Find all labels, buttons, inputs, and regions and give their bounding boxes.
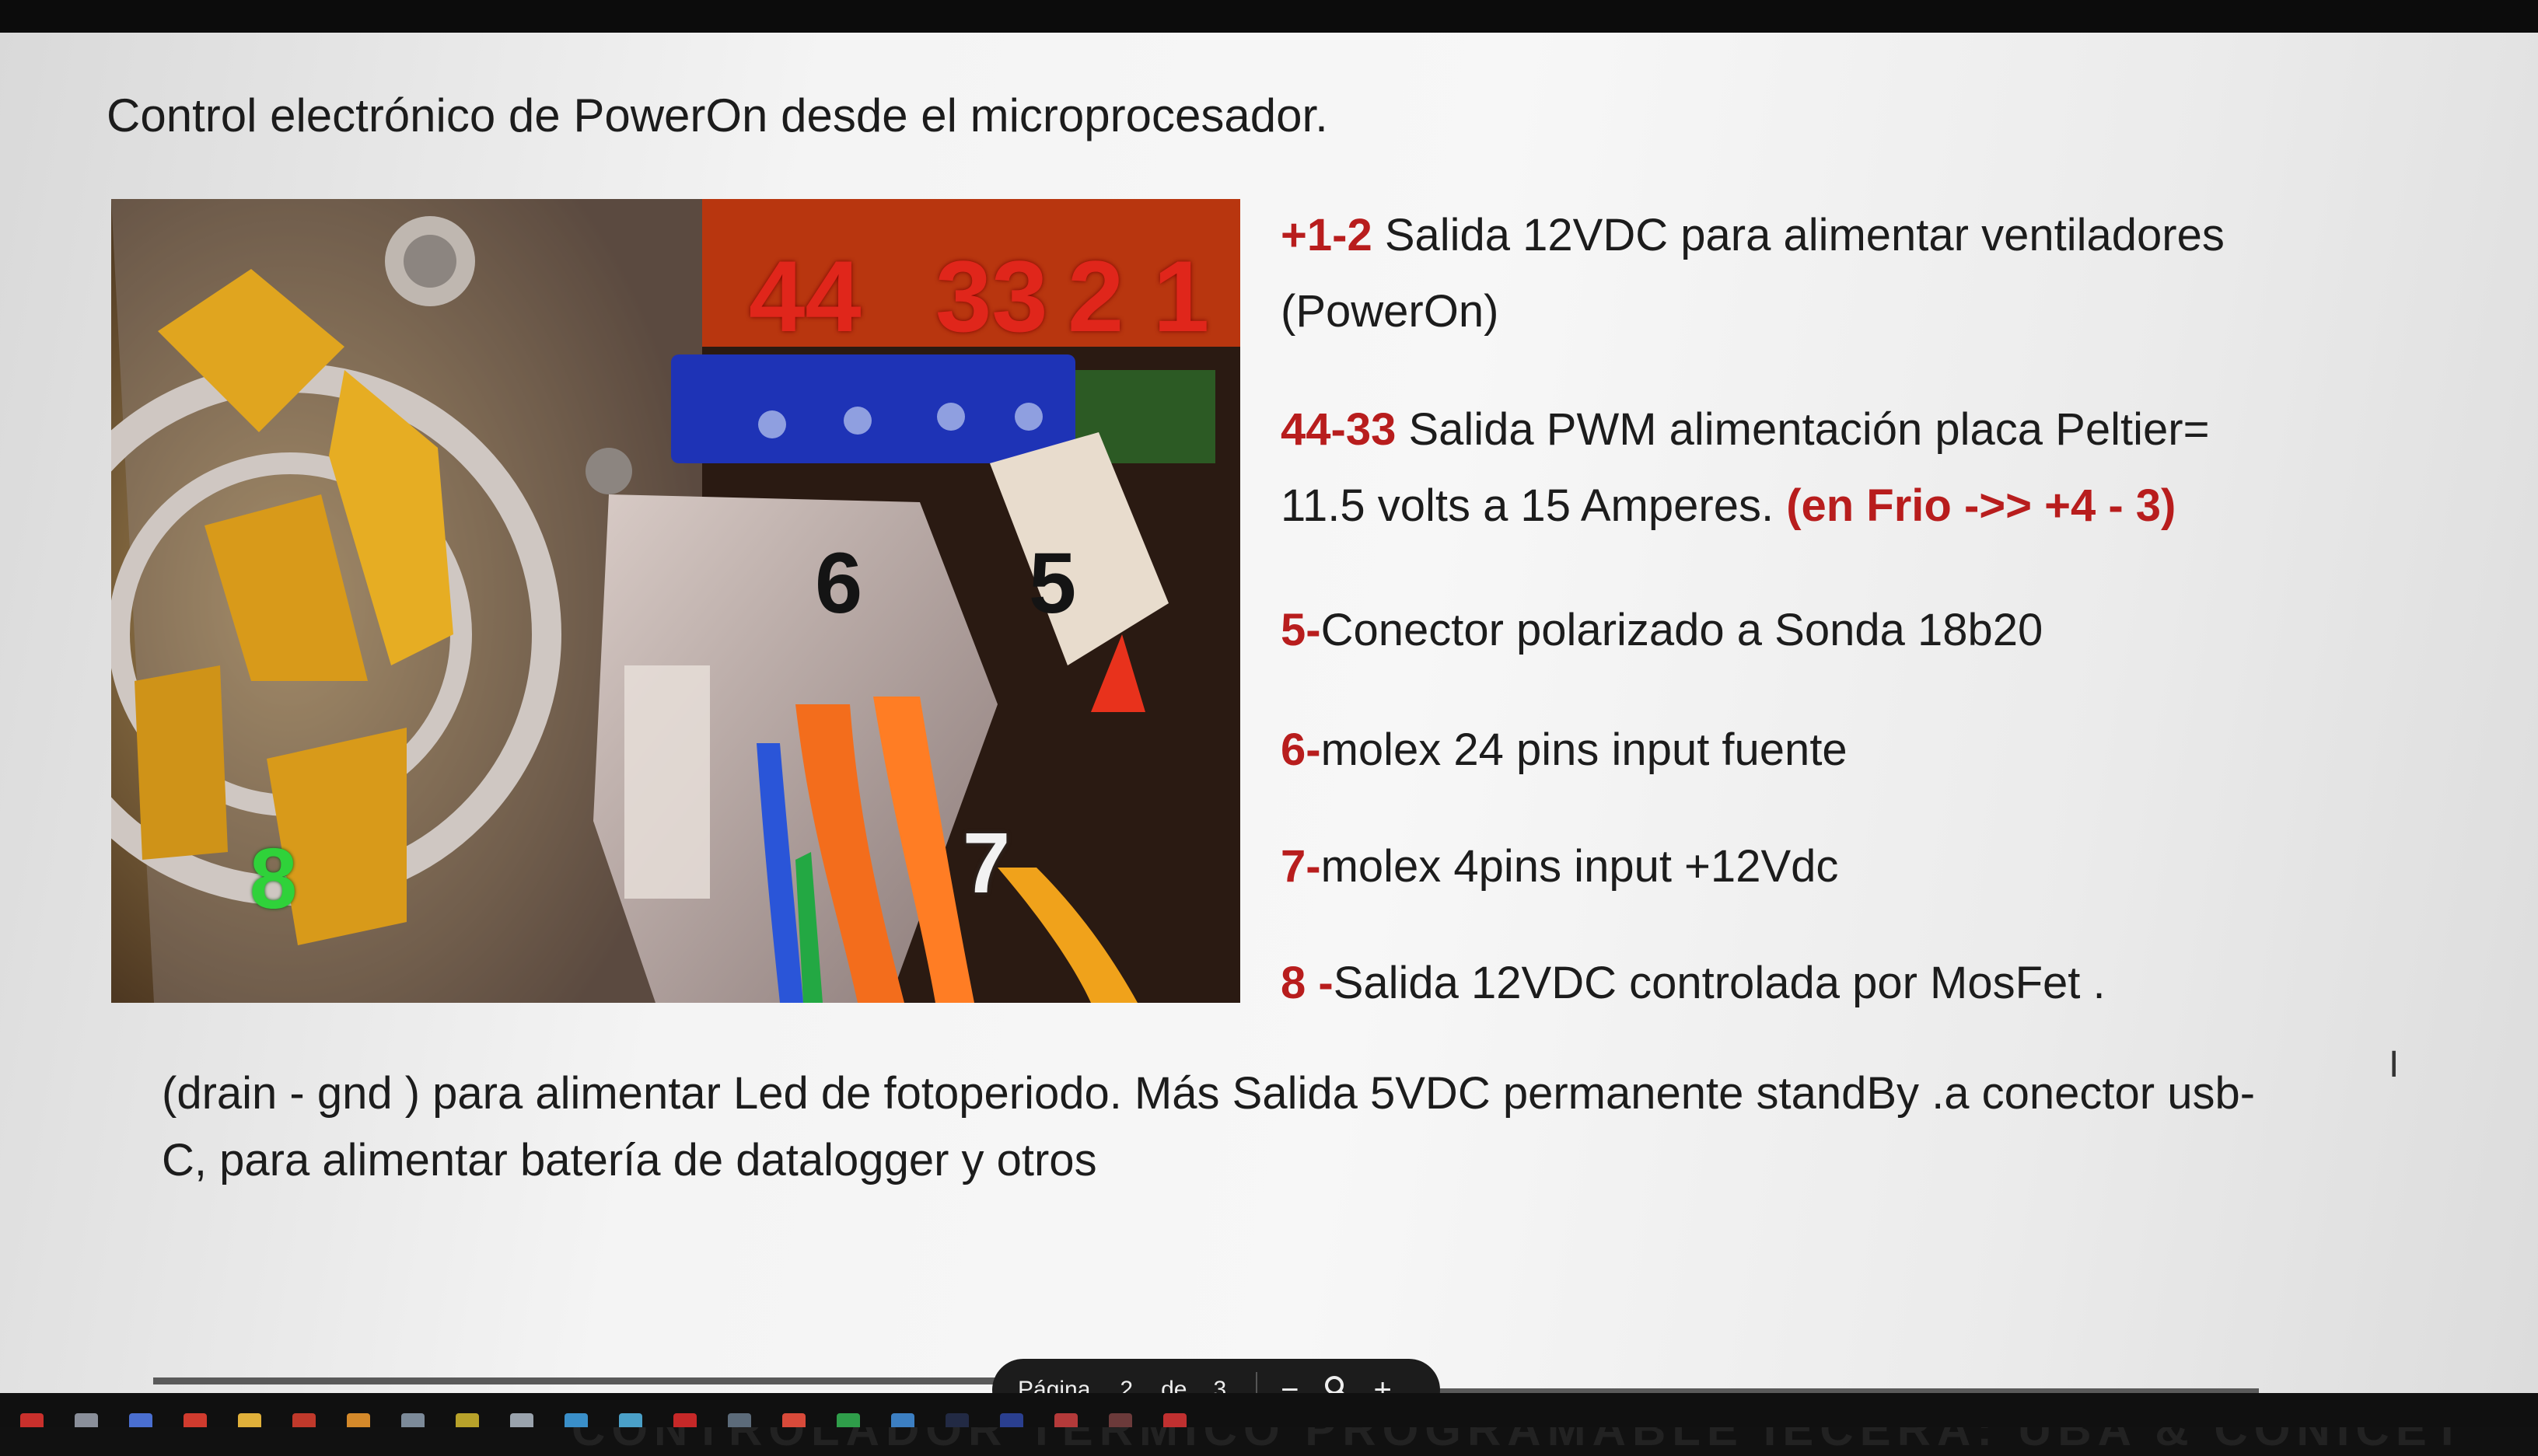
app-icon[interactable]	[1000, 1413, 1023, 1427]
legend-text-continued: 11.5 volts a 15 Amperes.	[1281, 480, 1787, 531]
app-icon[interactable]	[891, 1413, 914, 1427]
page-divider-left	[153, 1377, 1009, 1384]
app-icon[interactable]	[238, 1413, 261, 1427]
taskbar	[0, 1393, 2538, 1427]
monitor-top-bezel	[0, 0, 2538, 33]
app-icon[interactable]	[782, 1413, 806, 1427]
app-icon[interactable]	[565, 1413, 588, 1427]
photo-label-5: 5	[1029, 536, 1077, 631]
legend-code: 7-	[1281, 841, 1321, 892]
legend-code: 8 -	[1281, 958, 1334, 1008]
legend-text: molex 24 pins input fuente	[1320, 725, 1848, 775]
legend-note: (en Frio ->> +4 - 3)	[1786, 480, 2176, 531]
app-icon[interactable]	[456, 1413, 479, 1427]
text-cursor-icon: I	[2389, 1044, 2400, 1085]
photo-label-6: 6	[815, 536, 863, 631]
legend-text: Conector polarizado a Sonda 18b20	[1320, 605, 2043, 655]
legend-item-8: 8 -Salida 12VDC controlada por MosFet .	[1281, 945, 2106, 1021]
app-icon[interactable]	[1109, 1413, 1132, 1427]
app-icon[interactable]	[292, 1413, 316, 1427]
app-icon[interactable]	[184, 1413, 207, 1427]
app-icon[interactable]	[129, 1413, 152, 1427]
legend-item-44-33: 44-33 Salida PWM alimentación placa Pelt…	[1281, 392, 2209, 544]
power-supply-photo: 44 33 2 1 6 5 7 8	[111, 199, 1240, 1003]
legend-code: 6-	[1281, 725, 1321, 775]
legend-item-1-2: +1-2 Salida 12VDC para alimentar ventila…	[1281, 197, 2225, 350]
app-icon[interactable]	[946, 1413, 969, 1427]
app-icon[interactable]	[1163, 1413, 1187, 1427]
legend-text: molex 4pins input +12Vdc	[1320, 841, 1839, 892]
legend-code: +1-2	[1281, 210, 1372, 260]
legend-item-6: 6-molex 24 pins input fuente	[1281, 712, 1848, 788]
app-icon[interactable]	[75, 1413, 98, 1427]
footer-paragraph: (drain - gnd ) para alimentar Led de fot…	[162, 1068, 2256, 1185]
legend-text: Salida 12VDC controlada por MosFet .	[1333, 958, 2106, 1008]
app-icon[interactable]	[728, 1413, 751, 1427]
legend-text: Salida 12VDC para alimentar ventiladores	[1372, 210, 2225, 260]
photo-label-33: 33	[935, 239, 1048, 353]
app-icon[interactable]	[347, 1413, 370, 1427]
legend-code: 44-33	[1281, 404, 1397, 455]
photo-label-2: 2	[1068, 239, 1124, 353]
photo-label-8: 8	[250, 831, 298, 927]
legend-text-continued: (PowerOn)	[1281, 286, 1499, 337]
legend-item-5: 5-Conector polarizado a Sonda 18b20	[1281, 592, 2043, 669]
photo-label-1: 1	[1153, 239, 1210, 353]
app-icon[interactable]	[619, 1413, 642, 1427]
photo-label-7: 7	[963, 815, 1011, 911]
app-icon[interactable]	[510, 1413, 533, 1427]
app-icon[interactable]	[401, 1413, 425, 1427]
document-page: Control electrónico de PowerOn desde el …	[0, 33, 2538, 1455]
app-icon[interactable]	[20, 1413, 44, 1427]
legend-item-7: 7-molex 4pins input +12Vdc	[1281, 829, 1838, 905]
legend-code: 5-	[1281, 605, 1321, 655]
photo-label-44: 44	[749, 239, 862, 353]
legend-text: Salida PWM alimentación placa Peltier=	[1396, 404, 2210, 455]
app-icon[interactable]	[837, 1413, 860, 1427]
app-icon[interactable]	[673, 1413, 697, 1427]
page-heading: Control electrónico de PowerOn desde el …	[107, 89, 1328, 141]
app-icon[interactable]	[1054, 1413, 1078, 1427]
